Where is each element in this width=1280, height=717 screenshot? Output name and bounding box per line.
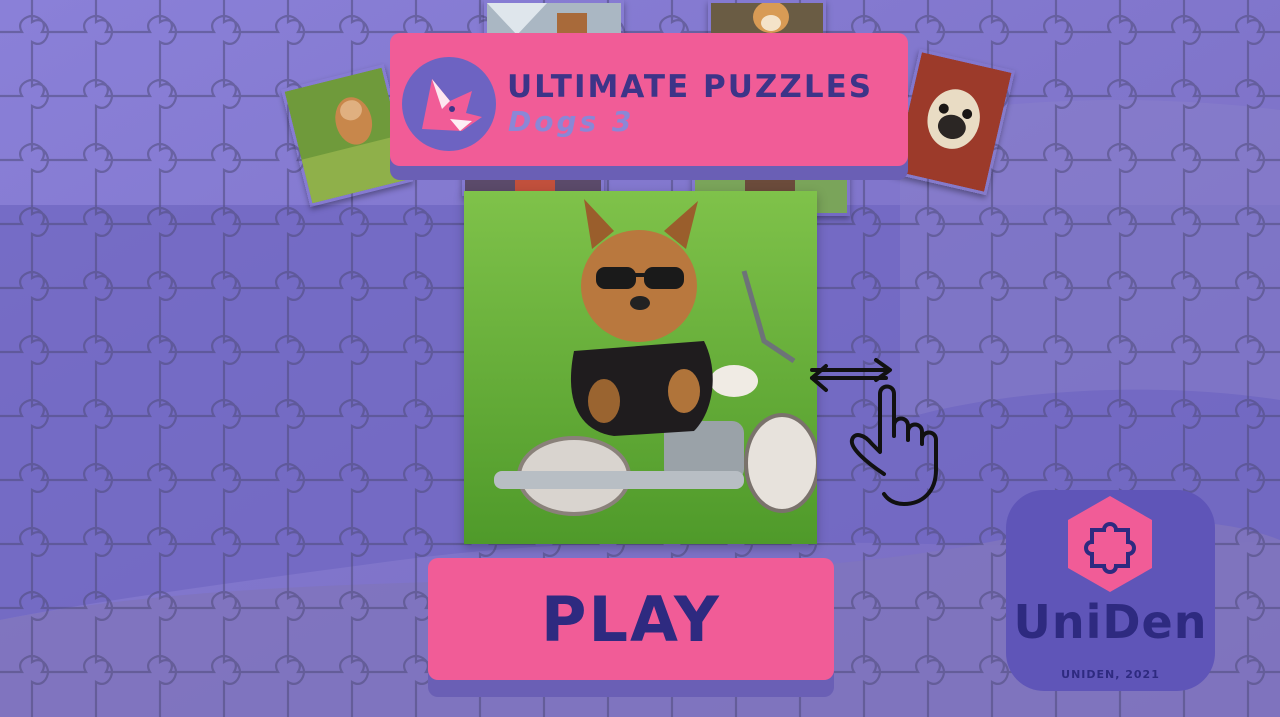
uniden-logo[interactable]: UniDen UNIDEN, 2021 [1006, 490, 1215, 691]
brand-copyright: UNIDEN, 2021 [1061, 668, 1160, 681]
brand-name: UniDen [1013, 595, 1208, 649]
game-title: ULTIMATE PUZZLES [507, 69, 874, 105]
play-button[interactable]: PLAY [428, 558, 834, 680]
fox-head-icon [402, 57, 496, 151]
hand-swipe-icon [806, 352, 956, 512]
puzzle-piece-icon [1068, 496, 1152, 592]
puzzle-preview-image[interactable] [464, 191, 817, 544]
game-subtitle: Dogs 3 [508, 105, 635, 138]
title-banner: ULTIMATE PUZZLES Dogs 3 [390, 33, 908, 166]
